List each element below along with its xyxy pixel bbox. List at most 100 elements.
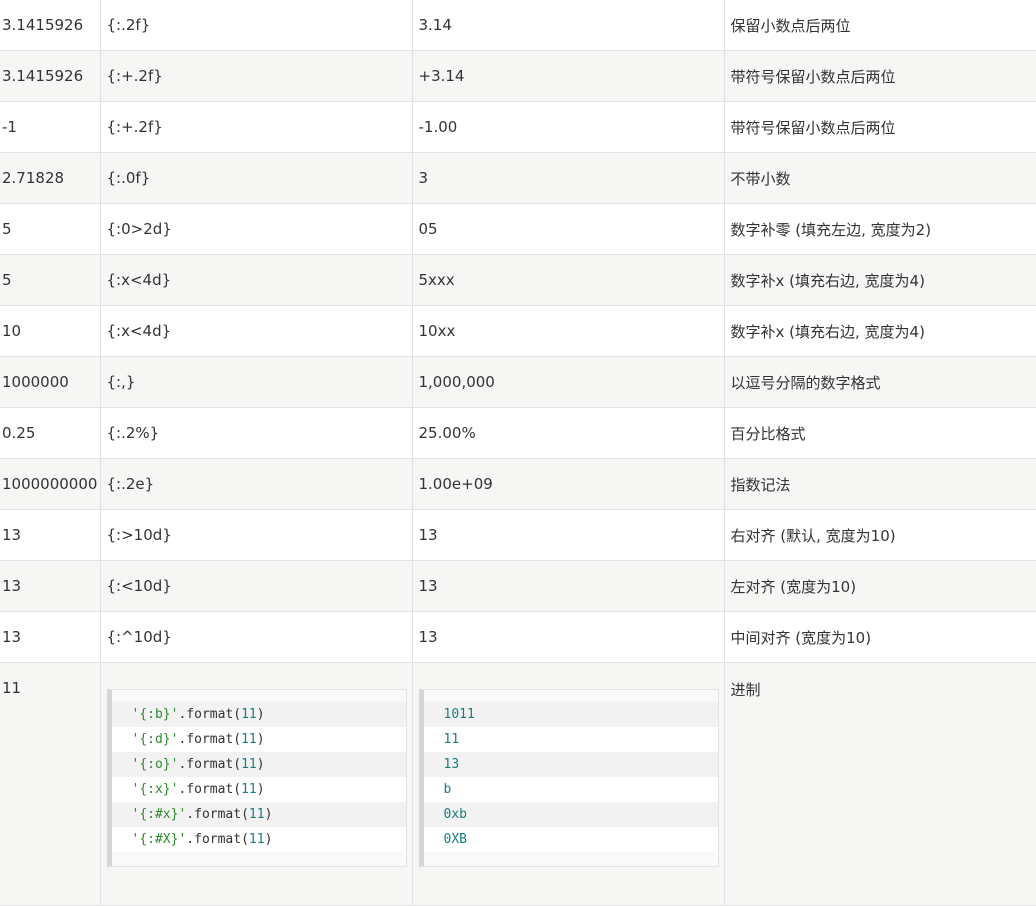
code-line: '{:x}'.format(11) (111, 777, 406, 802)
code-number: 11 (241, 782, 257, 797)
code-number: 11 (241, 757, 257, 772)
code-line: '{:#x}'.format(11) (111, 802, 406, 827)
table-row: 13 {:^10d} 13 中间对齐 (宽度为10) (0, 611, 1036, 663)
code-block: '{:b}'.format(11) '{:d}'.format(11) '{:o… (106, 689, 407, 867)
output-cell: 3.14 (412, 0, 725, 51)
description-cell: 带符号保留小数点后两位 (724, 50, 1036, 102)
output-cell: 1,000,000 (412, 356, 725, 408)
format-cell: {:x<4d} (100, 254, 413, 306)
number-cell: 1000000000 (0, 458, 101, 510)
format-cell: {:+.2f} (100, 101, 413, 153)
table-row: 3.1415926 {:.2f} 3.14 保留小数点后两位 (0, 0, 1036, 51)
format-cell: {:+.2f} (100, 50, 413, 102)
format-cell: {:,} (100, 356, 413, 408)
code-string: '{:#X}' (131, 832, 187, 847)
output-cell: 1.00e+09 (412, 458, 725, 510)
number-cell: -1 (0, 101, 101, 153)
code-paren: ) (264, 832, 273, 847)
number-cell: 1000000 (0, 356, 101, 408)
output-code-cell: 1011 11 13 b 0xb 0XB (412, 662, 725, 906)
table-row: 1000000000 {:.2e} 1.00e+09 指数记法 (0, 458, 1036, 510)
table-row: 1000000 {:,} 1,000,000 以逗号分隔的数字格式 (0, 356, 1036, 408)
table-row: 5 {:x<4d} 5xxx 数字补x (填充右边, 宽度为4) (0, 254, 1036, 306)
code-paren: ) (256, 732, 265, 747)
code-call: .format( (178, 732, 242, 747)
table-row: 10 {:x<4d} 10xx 数字补x (填充右边, 宽度为4) (0, 305, 1036, 357)
table-row: 3.1415926 {:+.2f} +3.14 带符号保留小数点后两位 (0, 50, 1036, 102)
number-cell: 3.1415926 (0, 50, 101, 102)
output-block: 1011 11 13 b 0xb 0XB (418, 689, 719, 867)
table-row: 2.71828 {:.0f} 3 不带小数 (0, 152, 1036, 204)
output-cell: 13 (412, 611, 725, 663)
number-cell: 13 (0, 509, 101, 561)
format-cell: {:.2%} (100, 407, 413, 459)
code-cell: '{:b}'.format(11) '{:d}'.format(11) '{:o… (100, 662, 413, 906)
description-cell: 数字补x (填充右边, 宽度为4) (724, 254, 1036, 306)
code-string: '{:o}' (131, 757, 179, 772)
output-cell: 05 (412, 203, 725, 255)
output-cell: 13 (412, 509, 725, 561)
format-cell: {:0>2d} (100, 203, 413, 255)
code-call: .format( (178, 782, 242, 797)
description-cell: 数字补x (填充右边, 宽度为4) (724, 305, 1036, 357)
description-cell: 百分比格式 (724, 407, 1036, 459)
code-string: '{:d}' (131, 732, 179, 747)
table-row-base: 11 '{:b}'.format(11) '{:d}'.format(11) '… (0, 662, 1036, 906)
code-string: '{:#x}' (131, 807, 187, 822)
number-cell: 5 (0, 203, 101, 255)
number-cell: 5 (0, 254, 101, 306)
code-number: 11 (248, 832, 265, 847)
number-cell: 2.71828 (0, 152, 101, 204)
output-line: 0XB (423, 827, 718, 852)
code-call: .format( (186, 807, 249, 822)
number-cell: 11 (0, 662, 101, 906)
code-paren: ) (256, 707, 265, 722)
output-cell: +3.14 (412, 50, 725, 102)
number-cell: 13 (0, 611, 101, 663)
description-cell: 不带小数 (724, 152, 1036, 204)
table-row: 0.25 {:.2%} 25.00% 百分比格式 (0, 407, 1036, 459)
format-cell: {:.2f} (100, 0, 413, 51)
output-cell: -1.00 (412, 101, 725, 153)
code-line: '{:#X}'.format(11) (111, 827, 406, 852)
table-row: -1 {:+.2f} -1.00 带符号保留小数点后两位 (0, 101, 1036, 153)
code-call: .format( (178, 707, 242, 722)
table-row: 5 {:0>2d} 05 数字补零 (填充左边, 宽度为2) (0, 203, 1036, 255)
format-table: 3.1415926 {:.2f} 3.14 保留小数点后两位 3.1415926… (0, 0, 1036, 906)
format-cell: {:^10d} (100, 611, 413, 663)
format-cell: {:x<4d} (100, 305, 413, 357)
format-cell: {:.0f} (100, 152, 413, 204)
code-line: '{:o}'.format(11) (111, 752, 406, 777)
table-row: 13 {:<10d} 13 左对齐 (宽度为10) (0, 560, 1036, 612)
description-cell: 以逗号分隔的数字格式 (724, 356, 1036, 408)
code-number: 11 (241, 707, 257, 722)
description-cell: 进制 (724, 662, 1036, 906)
number-cell: 10 (0, 305, 101, 357)
code-number: 11 (241, 732, 257, 747)
format-cell: {:>10d} (100, 509, 413, 561)
table-row: 13 {:>10d} 13 右对齐 (默认, 宽度为10) (0, 509, 1036, 561)
description-cell: 带符号保留小数点后两位 (724, 101, 1036, 153)
output-cell: 5xxx (412, 254, 725, 306)
description-cell: 保留小数点后两位 (724, 0, 1036, 51)
description-cell: 左对齐 (宽度为10) (724, 560, 1036, 612)
description-cell: 右对齐 (默认, 宽度为10) (724, 509, 1036, 561)
output-cell: 3 (412, 152, 725, 204)
description-cell: 数字补零 (填充左边, 宽度为2) (724, 203, 1036, 255)
code-paren: ) (264, 807, 273, 822)
code-string: '{:x}' (131, 782, 179, 797)
output-line: 13 (423, 752, 718, 777)
code-paren: ) (256, 757, 265, 772)
code-line: '{:b}'.format(11) (111, 702, 406, 727)
output-cell: 13 (412, 560, 725, 612)
output-line: 0xb (423, 802, 718, 827)
number-cell: 13 (0, 560, 101, 612)
output-line: 11 (423, 727, 718, 752)
code-string: '{:b}' (131, 707, 179, 722)
code-call: .format( (186, 832, 249, 847)
code-number: 11 (248, 807, 265, 822)
description-cell: 指数记法 (724, 458, 1036, 510)
number-cell: 0.25 (0, 407, 101, 459)
output-line: 1011 (423, 702, 718, 727)
code-call: .format( (178, 757, 242, 772)
